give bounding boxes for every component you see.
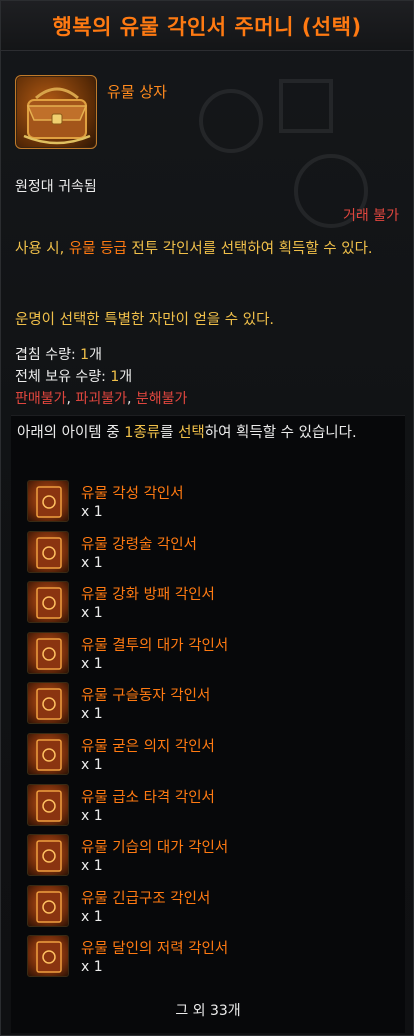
restriction-destroy: 파괴불가 [75,391,127,407]
selectable-item-list: 유물 각성 각인서 x 1 유물 강령술 각인서 x 1 유물 강화 방패 각인… [27,478,387,984]
item-name: 유물 결투의 대가 각인서 [81,637,229,654]
item-quantity: x 1 [81,908,103,925]
owned-label: 전체 보유 수량: [15,369,111,385]
engraving-book-icon [27,480,69,522]
restriction-dismantle: 분해불가 [135,391,188,407]
engraving-book-icon [27,884,69,927]
list-item[interactable]: 유물 급소 타격 각인서 x 1 [27,782,387,833]
flavor-line: 운명이 선택한 특별한 자만이 얻을 수 있다. [15,312,275,328]
item-name: 유물 강령술 각인서 [81,536,197,553]
desc-text: 사용 시, [15,241,69,257]
item-quantity: x 1 [81,655,103,672]
flavor-text: 운명이 선택한 특별한 자만이 얻을 수 있다. [15,309,405,331]
stack-unit: 개 [89,347,102,363]
desc-text: 전투 각인서를 선택하여 획득할 수 있다. [126,241,373,257]
list-item[interactable]: 유물 굳은 의지 각인서 x 1 [27,731,387,782]
item-quantity: x 1 [81,959,103,976]
owned-unit: 개 [119,369,133,385]
item-name: 유물 굳은 의지 각인서 [81,738,215,755]
engraving-book-icon [27,935,69,978]
item-quantity: x 1 [81,504,103,520]
item-quantity: x 1 [81,756,103,773]
engraving-book-icon [27,631,69,674]
engraving-book-icon [27,682,69,725]
satchel-icon [15,75,97,149]
list-item[interactable]: 유물 강령술 각인서 x 1 [27,529,387,580]
title-bar: 행복의 유물 각인서 주머니 (선택) [1,1,413,51]
heading-select: 선택 [178,425,205,441]
stack-quantity: 겹침 수량: 1개 [15,345,102,365]
bound-status: 원정대 귀속됨 [15,179,97,195]
item-name: 유물 강화 방패 각인서 [81,587,215,604]
engraving-book-icon [27,530,69,573]
item-quantity: x 1 [81,706,103,723]
restriction-sell: 판매불가 [15,391,67,407]
item-quantity: x 1 [81,858,103,875]
item-quantity: x 1 [81,554,103,571]
item-name: 유물 기습의 대가 각인서 [81,840,229,857]
list-item[interactable]: 유물 달인의 저력 각인서 x 1 [27,933,387,984]
item-quantity: x 1 [81,605,103,622]
item-name: 유물 각성 각인서 [81,486,184,502]
heading-text: 하여 획득할 수 있습니다. [204,425,357,441]
list-item[interactable]: 유물 각성 각인서 x 1 [27,478,387,529]
heading-text: 를 [160,425,179,441]
item-name: 유물 긴급구조 각인서 [81,890,211,907]
item-title: 행복의 유물 각인서 주머니 (선택) [52,14,362,39]
list-item[interactable]: 유물 구슬동자 각인서 x 1 [27,680,387,731]
heading-text: 아래의 아이템 중 [17,425,125,441]
item-quantity: x 1 [81,807,103,824]
list-item[interactable]: 유물 기습의 대가 각인서 x 1 [27,832,387,883]
desc-grade-highlight: 유물 등급 [68,241,127,257]
engraving-book-icon [27,783,69,826]
engraving-book-icon [27,834,69,877]
item-name: 유물 구슬동자 각인서 [81,688,211,705]
trade-status: 거래 불가 [343,208,399,224]
separator: , [126,391,136,407]
list-item[interactable]: 유물 강화 방패 각인서 x 1 [27,579,387,630]
item-grade: 유물 상자 [107,83,167,101]
heading-count: 1종류 [124,425,161,441]
owned-value: 1 [110,369,120,385]
item-name: 유물 달인의 저력 각인서 [81,941,229,958]
background-decoration [199,79,368,228]
item-name: 유물 급소 타격 각인서 [81,789,215,806]
selection-box: 아래의 아이템 중 1종류를 선택하여 획득할 수 있습니다. 유물 각성 각인… [11,415,405,1033]
list-item[interactable]: 유물 긴급구조 각인서 x 1 [27,883,387,934]
item-description: 사용 시, 유물 등급 전투 각인서를 선택하여 획득할 수 있다. [15,238,405,260]
engraving-book-icon [27,732,69,775]
more-items-count: 그 외 33개 [175,1003,241,1019]
stack-label: 겹침 수량: [15,347,81,363]
item-tooltip: 행복의 유물 각인서 주머니 (선택) 유물 상자 원정대 귀속됨 거래 불가 … [0,0,414,1036]
restrictions: 판매불가, 파괴불가, 분해불가 [15,389,187,409]
stack-value: 1 [80,347,90,363]
list-item[interactable]: 유물 결투의 대가 각인서 x 1 [27,630,387,681]
owned-quantity: 전체 보유 수량: 1개 [15,367,132,387]
selection-heading: 아래의 아이템 중 1종류를 선택하여 획득할 수 있습니다. [17,422,397,444]
engraving-book-icon [27,581,69,624]
